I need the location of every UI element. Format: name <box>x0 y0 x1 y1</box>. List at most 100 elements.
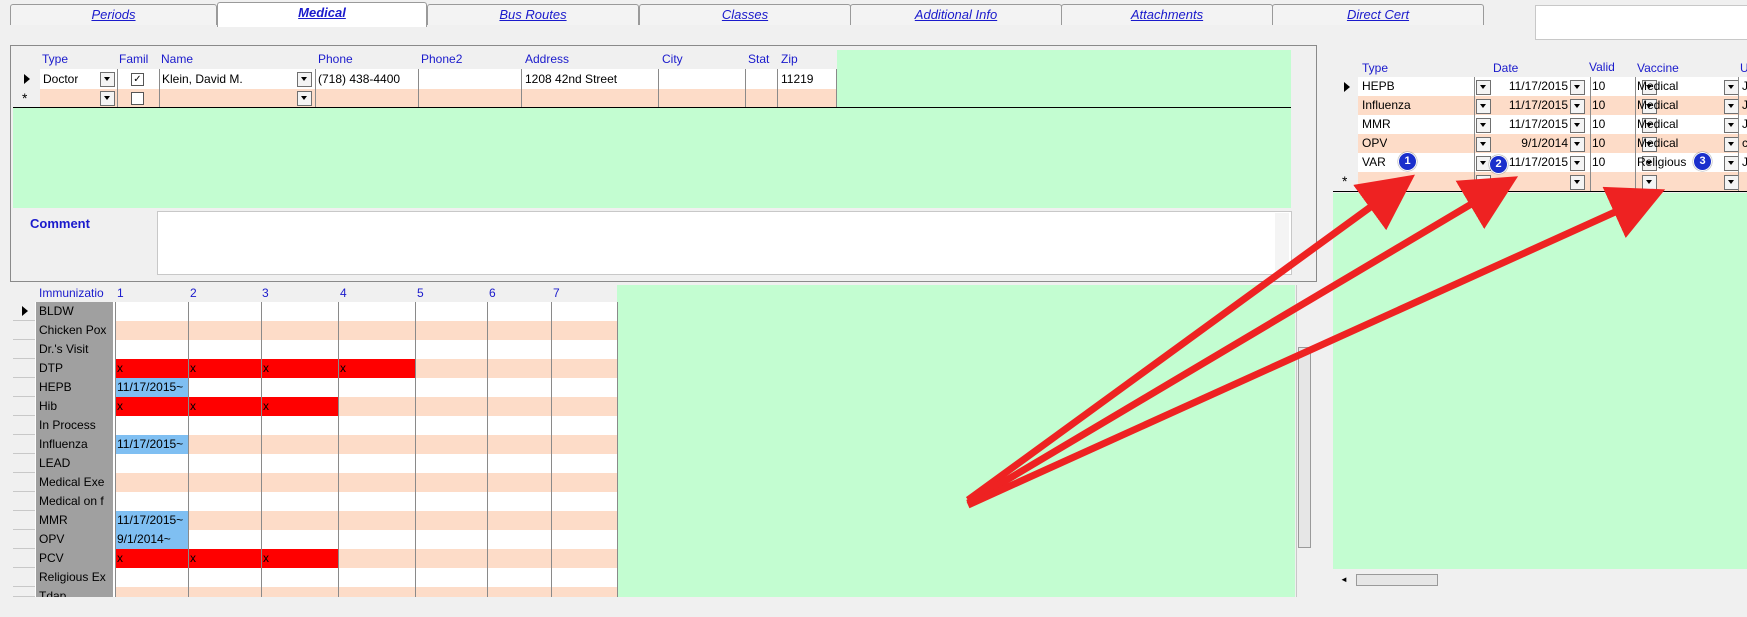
exemption-vaccine[interactable]: Medical <box>1637 115 1678 133</box>
scroll-thumb[interactable] <box>1298 347 1311 548</box>
grid-col-header[interactable]: 6 <box>489 286 496 300</box>
doctor-zip[interactable]: 11219 <box>781 70 813 88</box>
grid-row-label[interactable]: Chicken Pox <box>36 321 113 340</box>
row-selector[interactable] <box>13 378 35 397</box>
exemption-date[interactable]: 11/17/2015 <box>1480 77 1568 95</box>
horizontal-scrollbar[interactable]: ◄ <box>1333 572 1747 587</box>
grid-cell[interactable]: x <box>115 397 188 416</box>
table-row[interactable] <box>115 511 617 530</box>
row-selector[interactable] <box>13 473 35 492</box>
exemption-u[interactable]: J <box>1742 96 1747 114</box>
exemption-valid[interactable]: 10 <box>1592 96 1605 114</box>
table-row[interactable] <box>115 302 617 321</box>
table-row[interactable] <box>115 492 617 511</box>
grid-cell[interactable]: x <box>261 397 338 416</box>
col-header-vaccine[interactable]: Vaccine <box>1637 61 1679 75</box>
doctor-name[interactable]: Klein, David M. <box>162 70 243 88</box>
row-selector[interactable] <box>13 492 35 511</box>
table-row[interactable] <box>115 378 617 397</box>
type-dropdown-icon[interactable] <box>100 91 115 106</box>
tab-classes[interactable]: Classes <box>639 4 851 25</box>
dropdown-icon[interactable] <box>1570 99 1585 114</box>
search-box[interactable] <box>1535 5 1747 40</box>
dropdown-icon[interactable] <box>1570 175 1585 190</box>
grid-cell[interactable]: x <box>188 397 261 416</box>
grid-row-label[interactable]: BLDW <box>36 302 113 321</box>
exemption-valid[interactable]: 10 <box>1592 134 1605 152</box>
grid-cell[interactable]: x <box>188 359 261 378</box>
doctor-phone[interactable]: (718) 438-4400 <box>318 70 400 88</box>
dropdown-icon[interactable] <box>1642 175 1657 190</box>
table-row[interactable] <box>115 321 617 340</box>
grid-row-label[interactable]: OPV <box>36 530 113 549</box>
table-row[interactable] <box>115 340 617 359</box>
grid-cell[interactable]: x <box>338 359 415 378</box>
family-checkbox[interactable] <box>131 92 144 105</box>
grid-cell[interactable]: 11/17/2015~ <box>115 378 188 397</box>
exemption-valid[interactable]: 10 <box>1592 77 1605 95</box>
grid-cell[interactable]: x <box>261 359 338 378</box>
col-header-zip[interactable]: Zip <box>781 52 798 66</box>
tab-additional-info[interactable]: Additional Info <box>850 4 1062 25</box>
scroll-thumb[interactable] <box>1356 574 1438 586</box>
row-selector[interactable] <box>13 416 35 435</box>
exemption-vaccine[interactable]: Medical <box>1637 96 1678 114</box>
col-header-type[interactable]: Type <box>1362 61 1388 75</box>
exemption-vaccine[interactable]: Religious <box>1637 153 1686 171</box>
family-checkbox[interactable]: ✓ <box>131 73 144 86</box>
row-selector[interactable] <box>13 511 35 530</box>
exemption-vaccine[interactable]: Medical <box>1637 134 1678 152</box>
row-selector[interactable] <box>13 549 35 568</box>
dropdown-icon[interactable] <box>1724 137 1739 152</box>
grid-row-label[interactable]: Religious Ex <box>36 568 113 587</box>
tab-medical[interactable]: Medical <box>217 2 427 27</box>
col-header-type[interactable]: Type <box>42 52 68 66</box>
grid-row-label[interactable]: In Process <box>36 416 113 435</box>
tab-attachments[interactable]: Attachments <box>1061 4 1273 25</box>
name-dropdown-icon[interactable] <box>297 72 312 87</box>
doctor-address[interactable]: 1208 42nd Street <box>525 70 617 88</box>
grid-row-label[interactable]: HEPB <box>36 378 113 397</box>
grid-col-header[interactable]: 5 <box>417 286 424 300</box>
col-header-stat[interactable]: Stat <box>748 52 769 66</box>
tab-direct-cert[interactable]: Direct Cert <box>1272 4 1484 25</box>
grid-row-label[interactable]: Dr.'s Visit <box>36 340 113 359</box>
exemption-u[interactable]: J <box>1742 77 1747 95</box>
grid-row-label[interactable]: Medical on f <box>36 492 113 511</box>
exemption-type[interactable]: MMR <box>1362 115 1391 133</box>
grid-col-header[interactable]: 4 <box>340 286 347 300</box>
row-selector[interactable] <box>13 435 35 454</box>
table-row[interactable] <box>115 530 617 549</box>
col-header-family[interactable]: Famil <box>119 52 148 66</box>
grid-cell[interactable]: x <box>188 549 261 568</box>
col-header-u[interactable]: U <box>1740 61 1747 75</box>
type-dropdown-icon[interactable] <box>100 72 115 87</box>
col-header-date[interactable]: Date <box>1493 61 1518 75</box>
grid-row-label[interactable]: Influenza <box>36 435 113 454</box>
dropdown-icon[interactable] <box>1570 156 1585 171</box>
comment-field[interactable] <box>157 211 1292 275</box>
grid-cell[interactable]: 11/17/2015~ <box>115 511 188 530</box>
table-row[interactable] <box>115 473 617 492</box>
tab-bus-routes[interactable]: Bus Routes <box>427 4 639 25</box>
dropdown-icon[interactable] <box>1476 175 1491 190</box>
tab-periods[interactable]: Periods <box>10 4 217 25</box>
comment-scrollbar[interactable] <box>1275 213 1289 271</box>
new-row[interactable] <box>1358 172 1747 191</box>
grid-cell[interactable]: 11/17/2015~ <box>115 435 188 454</box>
grid-row-label[interactable]: MMR <box>36 511 113 530</box>
exemption-date[interactable]: 9/1/2014 <box>1480 134 1568 152</box>
row-selector[interactable] <box>13 454 35 473</box>
grid-cell[interactable]: 9/1/2014~ <box>115 530 188 549</box>
exemption-type[interactable]: HEPB <box>1362 77 1395 95</box>
col-header-valid[interactable]: Valid <box>1589 60 1615 74</box>
grid-row-label[interactable]: LEAD <box>36 454 113 473</box>
grid-col-header[interactable]: Immunizatio <box>39 286 104 300</box>
exemption-type[interactable]: OPV <box>1362 134 1387 152</box>
dropdown-icon[interactable] <box>1724 175 1739 190</box>
grid-col-header[interactable]: 2 <box>190 286 197 300</box>
table-row[interactable] <box>115 454 617 473</box>
grid-cell[interactable]: x <box>115 549 188 568</box>
exemption-vaccine[interactable]: Medical <box>1637 77 1678 95</box>
row-selector[interactable] <box>13 397 35 416</box>
